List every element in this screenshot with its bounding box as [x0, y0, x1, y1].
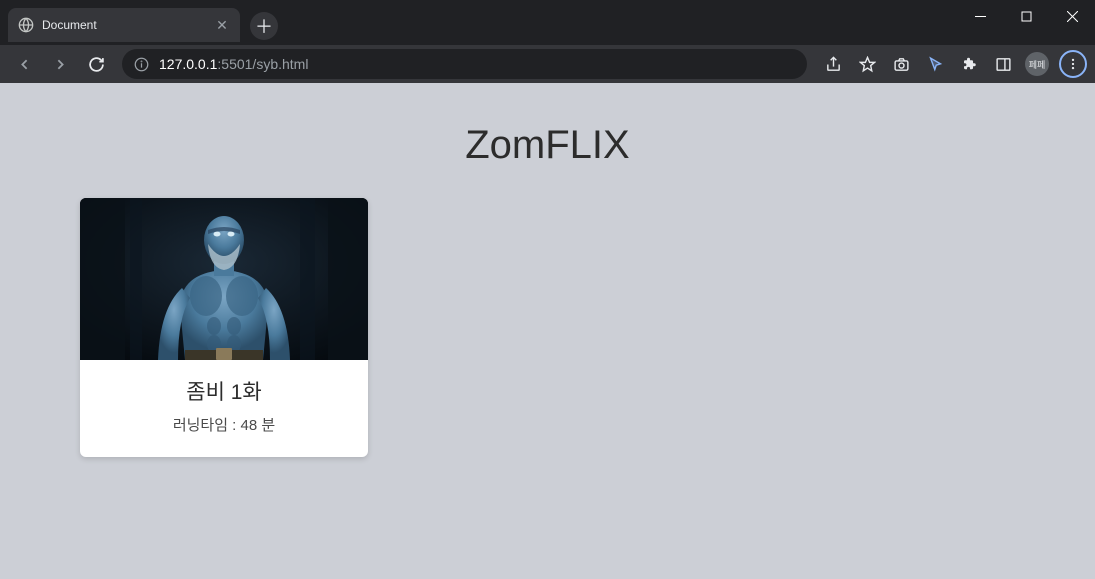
url-host: 127.0.0.1: [159, 56, 217, 72]
new-tab-button[interactable]: ＋: [250, 12, 278, 40]
cursor-extension-icon[interactable]: [919, 48, 951, 80]
forward-button[interactable]: [44, 48, 76, 80]
browser-toolbar: 127.0.0.1:5501/syb.html 페페: [0, 45, 1095, 83]
globe-icon: [18, 17, 34, 33]
back-button[interactable]: [8, 48, 40, 80]
maximize-button[interactable]: [1003, 0, 1049, 32]
tab-strip: Document ✕ ＋: [0, 0, 278, 42]
window-controls: [957, 0, 1095, 32]
video-thumbnail: [80, 198, 368, 360]
address-bar[interactable]: 127.0.0.1:5501/syb.html: [122, 49, 807, 79]
avatar-label: 페페: [1025, 52, 1049, 76]
browser-menu-icon[interactable]: [1059, 50, 1087, 78]
reload-button[interactable]: [80, 48, 112, 80]
page-content: ZomFLIX: [0, 83, 1095, 579]
camera-icon[interactable]: [885, 48, 917, 80]
info-icon: [134, 57, 149, 72]
extensions-icon[interactable]: [953, 48, 985, 80]
video-runtime: 러닝타임 : 48 분: [90, 414, 358, 435]
sidepanel-icon[interactable]: [987, 48, 1019, 80]
url-text: 127.0.0.1:5501/syb.html: [159, 56, 795, 72]
video-title: 좀비 1화: [90, 376, 358, 406]
close-window-button[interactable]: [1049, 0, 1095, 32]
card-body: 좀비 1화 러닝타임 : 48 분: [80, 360, 368, 457]
tab-title: Document: [42, 18, 206, 32]
tab-close-icon[interactable]: ✕: [214, 17, 230, 33]
window-titlebar: Document ✕ ＋: [0, 0, 1095, 45]
toolbar-actions: 페페: [817, 48, 1087, 80]
share-icon[interactable]: [817, 48, 849, 80]
browser-tab[interactable]: Document ✕: [8, 8, 240, 42]
minimize-button[interactable]: [957, 0, 1003, 32]
profile-avatar[interactable]: 페페: [1021, 48, 1053, 80]
bookmark-icon[interactable]: [851, 48, 883, 80]
card-grid: 좀비 1화 러닝타임 : 48 분: [0, 198, 1095, 457]
video-card[interactable]: 좀비 1화 러닝타임 : 48 분: [80, 198, 368, 457]
page-title: ZomFLIX: [0, 83, 1095, 198]
url-path: :5501/syb.html: [217, 56, 308, 72]
